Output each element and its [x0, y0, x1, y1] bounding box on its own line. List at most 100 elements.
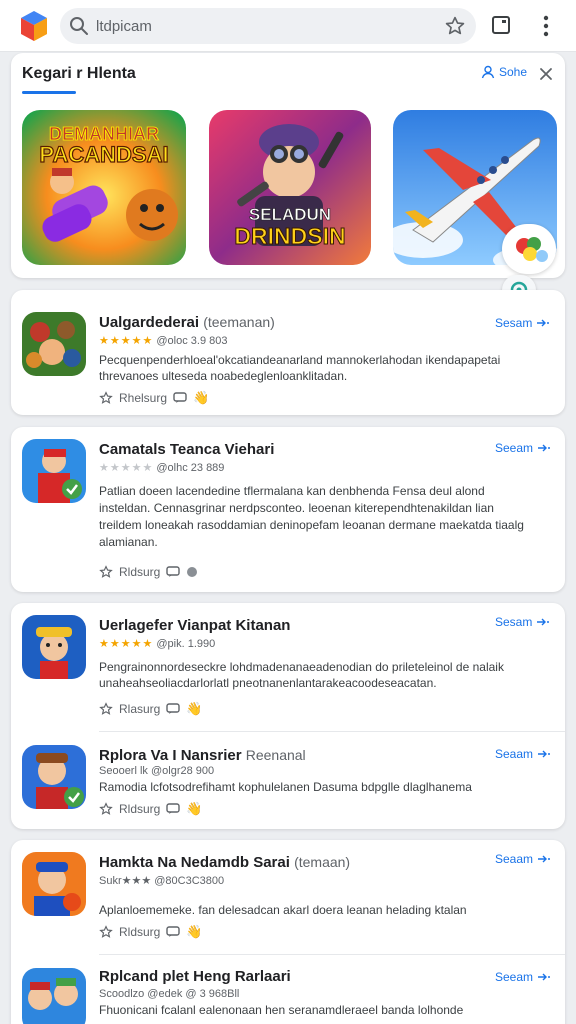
- item-divider: [99, 954, 565, 955]
- featured-more-label: Sohe: [499, 65, 528, 79]
- hand-emoji-icon[interactable]: 👋: [186, 801, 202, 817]
- featured-game-drindsin[interactable]: SELADUN DRINDSIN: [209, 110, 371, 265]
- action-label[interactable]: Rldsurg: [119, 925, 160, 939]
- game-icon: [22, 439, 86, 503]
- game-rating: ★★★★★ @olhc 23 889: [99, 461, 224, 474]
- chat-bubble-icon[interactable]: [166, 703, 181, 715]
- game-icon: [22, 852, 86, 916]
- rating-text: @pik. 1.990: [156, 638, 216, 650]
- save-button[interactable]: Sesam: [495, 615, 550, 629]
- star-rating: ★★★★★: [99, 462, 154, 474]
- rating-text: @olhc 23 889: [156, 462, 225, 474]
- star-outline-icon[interactable]: [99, 925, 113, 939]
- save-button[interactable]: Seeam: [495, 970, 551, 984]
- search-icon: [69, 16, 89, 36]
- game-title: Uerlagefer Vianpat Kitanan: [99, 617, 291, 634]
- art-title-line1: SELADUN: [249, 205, 331, 224]
- action-label[interactable]: Rhelsurg: [119, 391, 167, 405]
- art-title-line2: DRINDSIN: [234, 223, 345, 249]
- action-label[interactable]: Rldsurg: [119, 802, 160, 816]
- featured-tab-indicator: [22, 91, 76, 94]
- save-label: Seeam: [495, 441, 534, 455]
- game-title: Ualgardederai (teemanan): [99, 314, 275, 331]
- game-icon: [22, 312, 86, 376]
- save-button[interactable]: Seaam: [495, 852, 551, 866]
- item-actions: Rlasurg 👋: [99, 701, 203, 717]
- action-label[interactable]: Rlasurg: [119, 702, 160, 716]
- chat-bubble-icon[interactable]: [166, 803, 181, 815]
- app-logo-icon[interactable]: [20, 10, 48, 42]
- featured-game-pacandsai[interactable]: DEMANHIAR PACANDSAI: [22, 110, 186, 265]
- search-input[interactable]: [96, 14, 436, 38]
- more-arrow-icon: [538, 444, 551, 452]
- overflow-menu-icon[interactable]: [538, 14, 554, 38]
- game-description: Fhuonicani fcalanl ealenonaan hen serana…: [99, 1003, 464, 1017]
- close-icon[interactable]: [537, 65, 555, 83]
- featured-more-link[interactable]: Sohe: [481, 65, 527, 79]
- star-rating: ★★★★★: [99, 638, 154, 650]
- more-arrow-icon: [537, 319, 550, 327]
- game-tag: (temaan): [294, 854, 351, 870]
- game-description: Patlian doeen lacendedine tflermalana ka…: [99, 484, 524, 549]
- game-card: Ualgardederai (teemanan) ★★★★★ @oloc 3.9…: [11, 290, 565, 415]
- save-label: Sesam: [495, 316, 533, 330]
- game-icon: [22, 745, 86, 809]
- game-description: Ramodia lcfotsodrefihamt kophulelanen Da…: [99, 780, 472, 794]
- game-description: Pecquenpenderhloeal'okcatiandeanarland m…: [99, 353, 501, 383]
- hand-emoji-icon[interactable]: 👋: [193, 390, 209, 406]
- browser-toolbar: [0, 0, 576, 52]
- tab-switcher-icon[interactable]: [490, 14, 512, 36]
- hand-emoji-icon[interactable]: 👋: [186, 924, 202, 940]
- game-rating: Scoodlzo @edek @ 3 968Bll: [99, 988, 239, 1000]
- save-button[interactable]: Seaam: [495, 747, 551, 761]
- star-outline-icon[interactable]: [99, 391, 113, 405]
- search-bar[interactable]: [60, 8, 476, 44]
- game-card: Uerlagefer Vianpat Kitanan ★★★★★ @pik. 1…: [11, 603, 565, 829]
- rating-text: Sukr★★★ @80C3C3800: [99, 875, 225, 887]
- more-arrow-icon: [538, 973, 551, 981]
- thumb-icon[interactable]: [186, 566, 198, 578]
- save-label: Seaam: [495, 852, 534, 866]
- rating-text: Seooerl lk @olgr28 900: [99, 765, 215, 777]
- rating-text: @oloc 3.9 803: [156, 335, 228, 347]
- action-label[interactable]: Rldsurg: [119, 565, 160, 579]
- game-card: Hamkta Na Nedamdb Sarai (temaan) Sukr★★★…: [11, 840, 565, 1024]
- more-arrow-icon: [538, 750, 551, 758]
- floating-preview-bubble[interactable]: [502, 224, 556, 274]
- featured-games-card: Kegari r Hlenta Sohe DEMANHIAR PACANDSAI: [11, 53, 565, 278]
- item-actions: Rldsurg: [99, 565, 198, 579]
- bookmark-star-icon[interactable]: [444, 15, 466, 37]
- chat-bubble-icon[interactable]: [166, 566, 181, 578]
- game-icon: [22, 615, 86, 679]
- game-rating: Sukr★★★ @80C3C3800: [99, 874, 224, 887]
- person-icon: [481, 65, 495, 79]
- art-title-line2: PACANDSAI: [39, 142, 168, 167]
- item-actions: Rhelsurg 👋: [99, 390, 209, 406]
- game-tag: (teemanan): [203, 314, 275, 330]
- game-rating: ★★★★★ @pik. 1.990: [99, 637, 215, 650]
- item-divider: [99, 731, 565, 732]
- chat-bubble-icon[interactable]: [173, 392, 187, 404]
- chat-bubble-icon[interactable]: [166, 926, 181, 938]
- star-outline-icon[interactable]: [99, 802, 113, 816]
- game-description: Pengrainonnordeseckre lohdmadenanaeadeno…: [99, 660, 504, 690]
- game-title: Camatals Teanca Viehari: [99, 441, 275, 458]
- art-title-line1: DEMANHIAR: [49, 124, 159, 144]
- item-actions: Rldsurg 👋: [99, 924, 203, 940]
- star-outline-icon[interactable]: [99, 702, 113, 716]
- save-label: Seeam: [495, 970, 534, 984]
- star-outline-icon[interactable]: [99, 565, 113, 579]
- save-button[interactable]: Seeam: [495, 441, 551, 455]
- game-tag: Reenanal: [245, 747, 306, 763]
- save-button[interactable]: Sesam: [495, 316, 550, 330]
- item-actions: Rldsurg 👋: [99, 801, 203, 817]
- game-icon: [22, 968, 86, 1024]
- game-description: Aplanloememeke. fan delesadcan akarl doe…: [99, 903, 467, 917]
- featured-title: Kegari r Hlenta: [22, 65, 136, 82]
- more-arrow-icon: [537, 618, 550, 626]
- rating-text: Scoodlzo @edek @ 3 968Bll: [99, 988, 240, 1000]
- hand-emoji-icon[interactable]: 👋: [186, 701, 202, 717]
- game-rating: Seooerl lk @olgr28 900: [99, 765, 214, 777]
- game-title: Rplcand plet Heng Rarlaari: [99, 968, 291, 985]
- more-arrow-icon: [538, 855, 551, 863]
